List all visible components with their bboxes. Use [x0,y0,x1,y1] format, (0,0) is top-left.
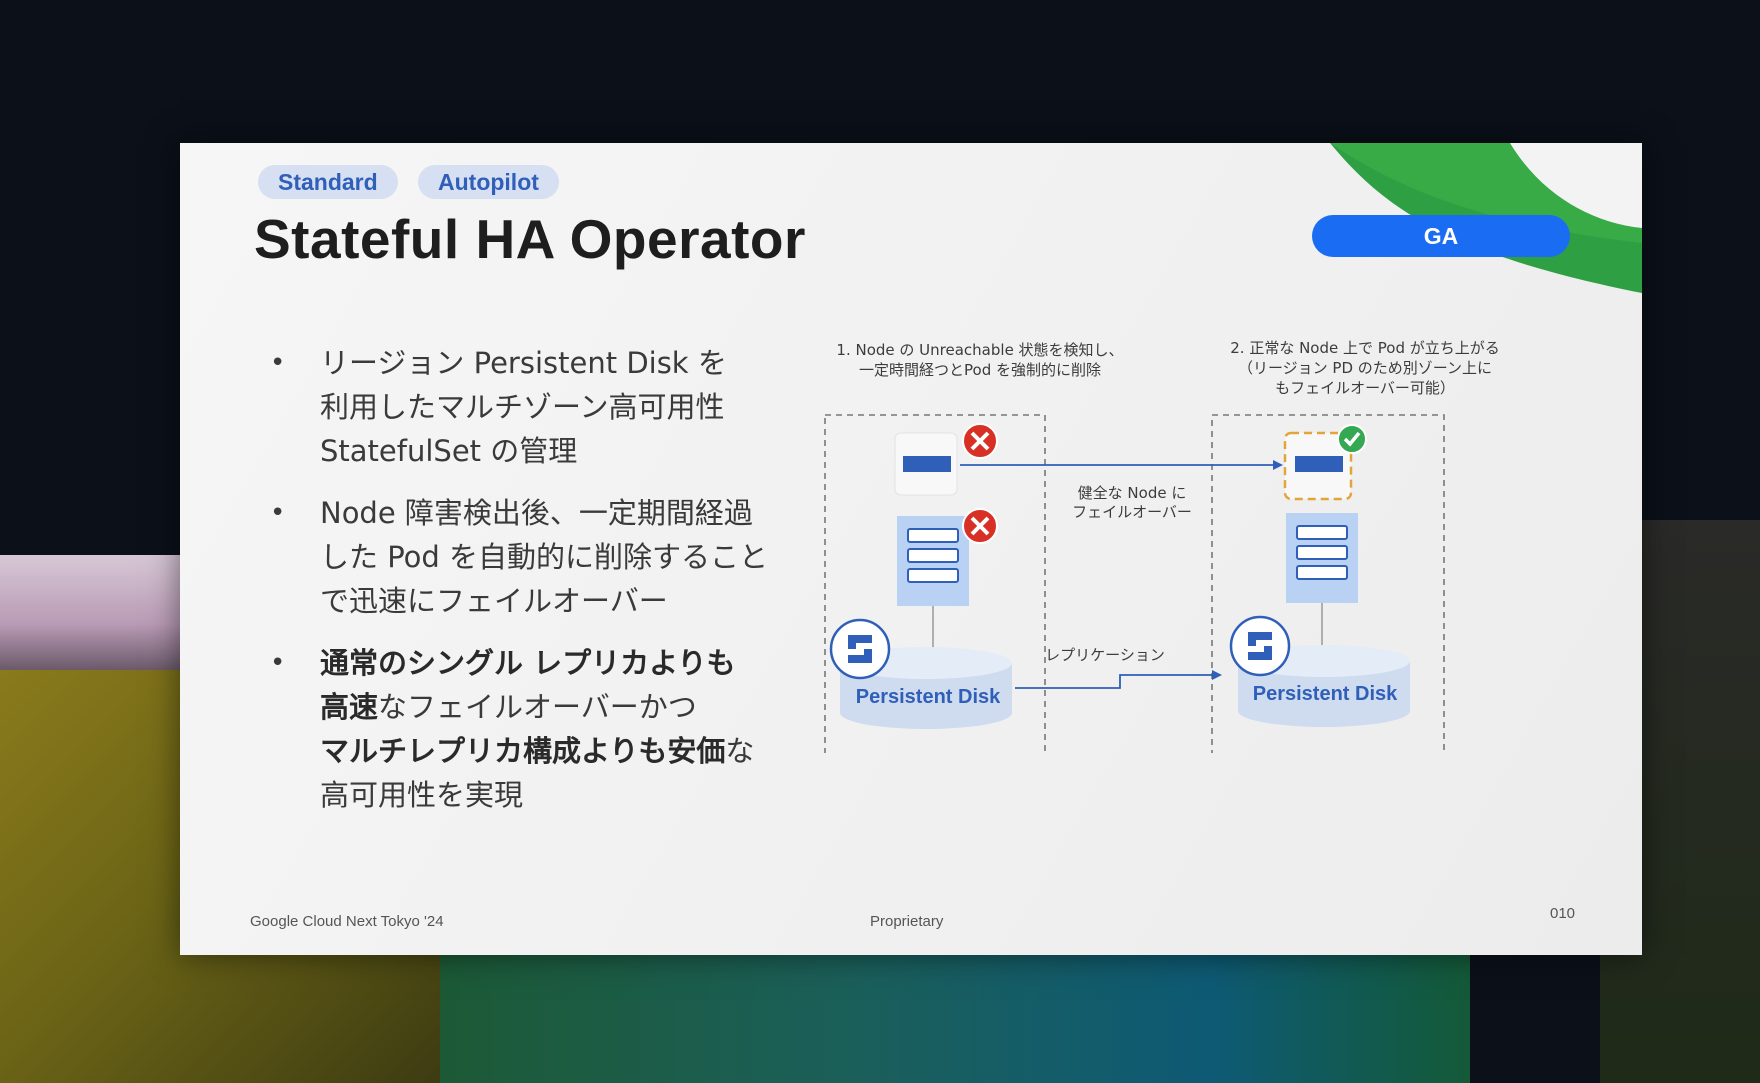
node-slot [907,548,959,563]
node-slot [1296,545,1348,560]
step-2-caption-line-1: 2. 正常な Node 上で Pod が立ち上がる [1230,339,1500,357]
replication-arrow-head [1212,670,1222,680]
step-1-caption-line-2: 一定時間経つとPod を強制的に削除 [859,361,1101,379]
bullet-item-2: • Node 障害検出後、一定期間経過 した Pod を自動的に削除すること で… [270,491,870,623]
step-1-caption-line-1: 1. Node の Unreachable 状態を検知し、 [836,341,1123,359]
bullet-3-line-4: 高可用性を実現 [320,778,524,812]
failover-diagram: 1. Node の Unreachable 状態を検知し、 一定時間経つとPod… [824,339,1500,753]
bullet-dot: • [270,648,286,678]
bullet-1-line-3: StatefulSet の管理 [320,434,578,468]
bullet-3-bold-1: 通常のシングル レプリカよりも [320,646,736,680]
stage-screen-below [440,955,1470,1083]
tag-autopilot: Autopilot [418,165,559,199]
bullet-item-1: • リージョン Persistent Disk を 利用したマルチゾーン高可用性… [270,341,870,473]
node-slot [907,528,959,543]
bullet-3-rest-2: なフェイルオーバーかつ [378,690,697,724]
footer-event: Google Cloud Next Tokyo '24 [250,913,444,930]
stage-light [0,555,185,670]
bullet-3-bold-2: 高速 [320,690,379,724]
bullet-3-line-2: 高速なフェイルオーバーかつ [320,685,870,729]
bullet-1-line-2: 利用したマルチゾーン高可用性 [320,390,725,424]
pod-bar [1295,456,1343,472]
disk-a-label: Persistent Disk [856,686,1001,708]
replication-label: レプリケーション [1045,646,1165,664]
bullet-1-line-1: リージョン Persistent Disk を [320,346,727,380]
node-slot [907,568,959,583]
bullet-2-line-2: した Pod を自動的に削除すること [320,540,769,574]
bullet-3-bold-3: マルチレプリカ構成よりも安価 [320,734,726,768]
error-x-icon [962,508,998,544]
stateful-operator-icon [1229,615,1291,677]
bullet-3-rest-3: な [725,734,755,768]
ga-badge: GA [1312,215,1570,257]
tag-standard: Standard [258,165,398,199]
bullet-list: • リージョン Persistent Disk を 利用したマルチゾーン高可用性… [270,341,870,835]
bullet-dot: • [270,498,286,528]
error-x-icon [962,423,998,459]
disk-b-label: Persistent Disk [1253,683,1398,705]
node-slot [1296,525,1348,540]
bullet-item-3: • 通常のシングル レプリカよりも 高速なフェイルオーバーかつ マルチレプリカ構… [270,641,870,817]
footer-proprietary: Proprietary [870,913,944,930]
pod-bar [903,456,951,472]
failover-arrow-head [1273,460,1283,470]
step-2-caption-line-2: （リージョン PD のため別ゾーン上に [1238,359,1492,377]
slide-title: Stateful HA Operator [254,208,806,270]
bullet-3-line-1: 通常のシングル レプリカよりも [320,641,870,685]
bullet-3-line-3: マルチレプリカ構成よりも安価な [320,729,870,773]
node-slot [1296,565,1348,580]
failover-label-line-1: 健全な Node に [1078,484,1187,502]
check-icon [1337,424,1367,454]
page-number: 010 [1550,905,1576,922]
step-2-caption-line-3: もフェイルオーバー可能） [1275,379,1455,397]
bullet-dot: • [270,348,286,378]
presentation-slide: Standard Autopilot Stateful HA Operator … [180,143,1642,955]
bullet-2-line-3: で迅速にフェイルオーバー [320,584,668,618]
failover-label-line-2: フェイルオーバー [1072,503,1192,521]
stateful-operator-icon [829,618,891,680]
bullet-2-line-1: Node 障害検出後、一定期間経過 [320,496,753,530]
